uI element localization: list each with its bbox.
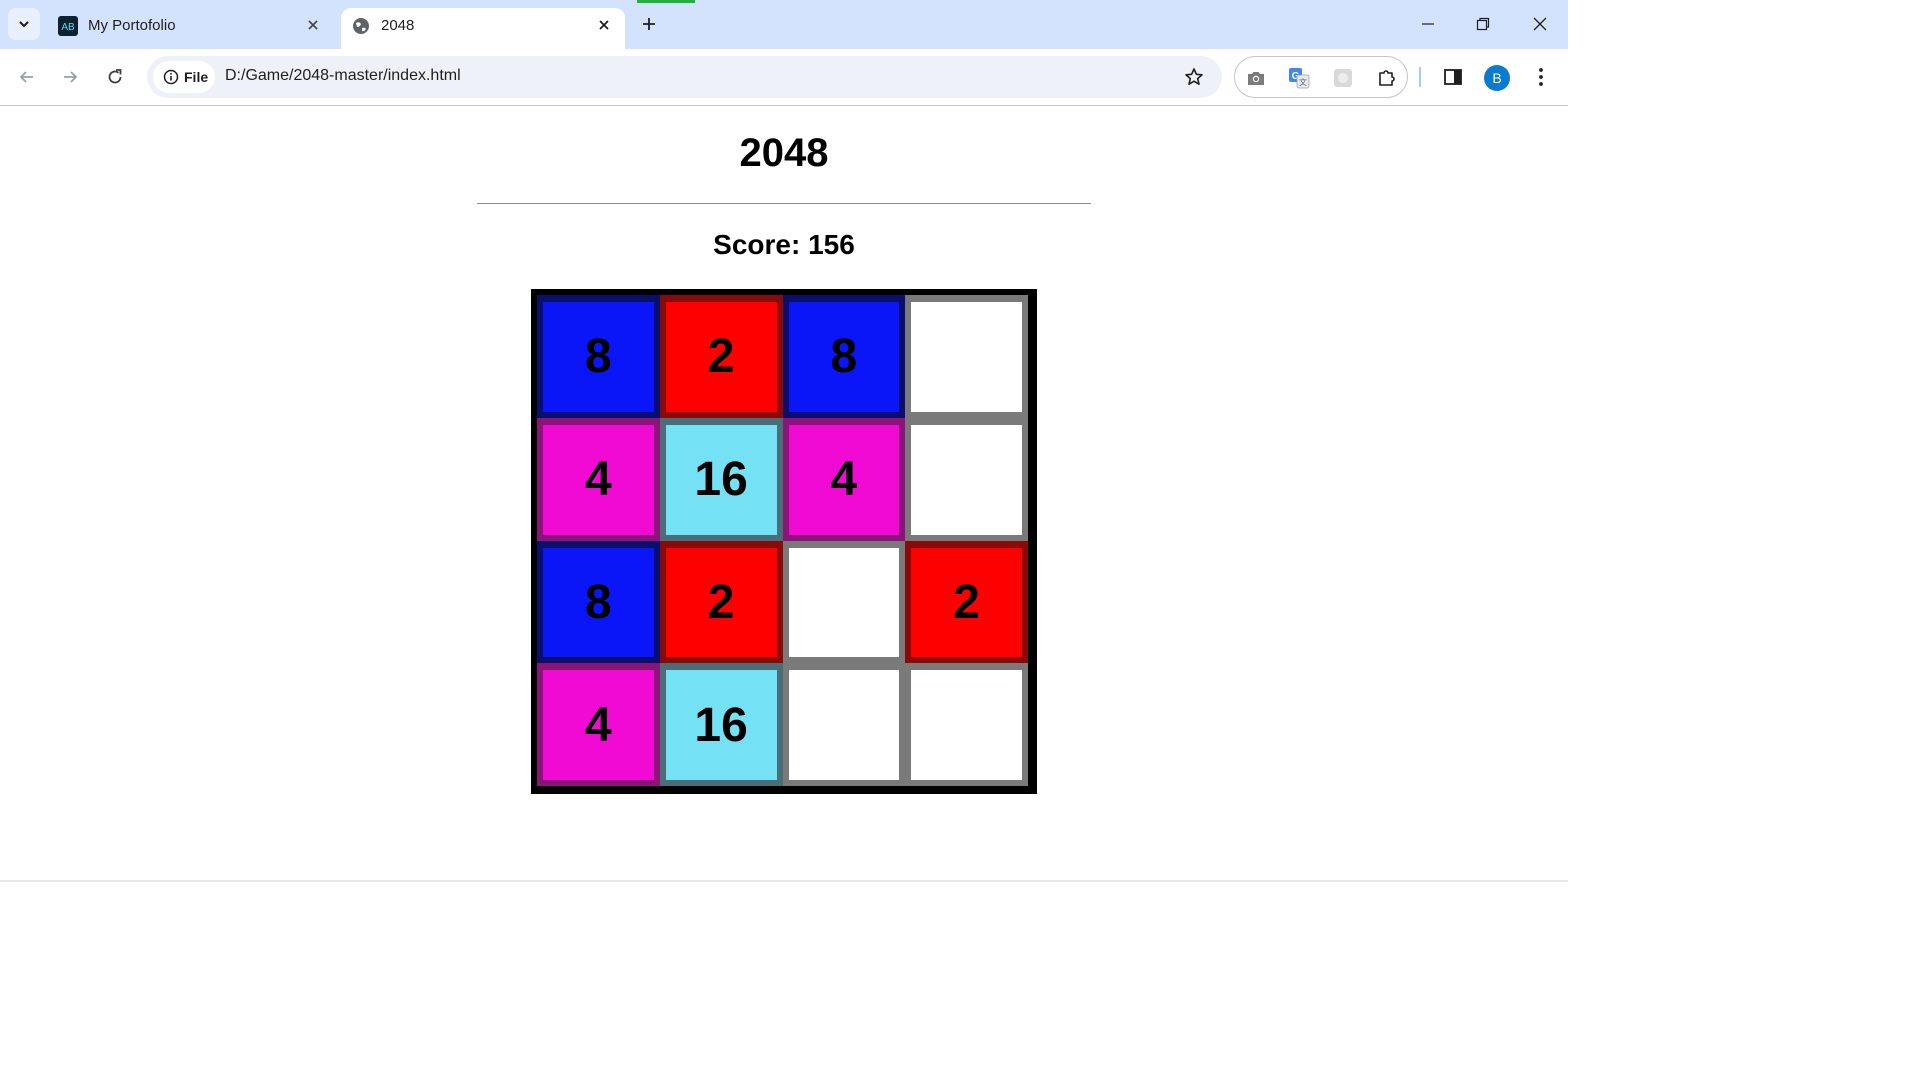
tile [905,663,1028,786]
restore-icon [1476,17,1490,31]
game-title: 2048 [739,131,829,175]
forward-button[interactable] [54,61,86,93]
reload-icon [108,69,122,84]
browser-toolbar: File D:/Game/2048-master/index.html G文 [0,49,1568,106]
url-text[interactable]: D:/Game/2048-master/index.html [225,67,461,85]
arrow-left-icon [19,71,33,83]
translate-extension-button[interactable]: G文 [1286,65,1312,91]
tile: 4 [537,417,660,541]
tile: 16 [659,663,783,786]
tile: 2 [659,540,783,664]
tile [905,295,1028,418]
page-content: 2048 Score: 156 8 2 8 4 16 4 8 2 2 4 16 [0,107,1568,882]
tile: 2 [659,295,783,418]
extensions-menu-button[interactable] [1374,65,1400,91]
score-display: Score: 156 [713,229,855,260]
tile: 8 [537,540,660,664]
page-bottom-edge [0,880,1568,882]
tile: 4 [537,663,660,786]
back-button[interactable] [11,61,43,93]
tab-title: 2048 [381,17,415,34]
tile: 8 [537,295,660,418]
browser-menu-button[interactable] [1525,61,1557,93]
side-panel-button[interactable] [1437,61,1469,93]
translate-icon: G文 [1289,68,1310,89]
arrow-right-icon [64,71,78,83]
site-info-chip[interactable]: File [153,61,215,93]
puzzle-icon [1379,70,1395,86]
site-chip-label: File [184,69,209,85]
tab-title: My Portofolio [88,17,176,34]
chevron-down-icon [19,21,29,28]
tile [782,540,906,664]
star-icon [1185,68,1203,85]
globe-icon [351,16,371,36]
restore-button[interactable] [1465,6,1501,42]
extensions-group: G文 [1234,56,1408,98]
close-tab-icon[interactable] [304,16,322,34]
reload-button[interactable] [99,61,131,93]
more-vertical-icon [1539,68,1543,86]
address-bar[interactable]: File D:/Game/2048-master/index.html [147,56,1222,98]
tile: 8 [782,295,906,418]
info-icon [163,69,179,85]
loading-indicator [637,0,695,3]
tab-strip: AB My Portofolio 2048 [0,0,1568,49]
minimize-icon [1422,23,1434,25]
tile: 4 [782,417,906,541]
tab-2048[interactable]: 2048 [341,8,625,49]
close-window-button[interactable] [1522,6,1558,42]
close-icon [1533,17,1547,31]
plus-icon [643,18,655,30]
extension-placeholder-icon [1334,69,1352,87]
tile-grid: 8 2 8 4 16 4 8 2 2 4 16 [537,295,1028,786]
side-panel-icon [1444,69,1462,85]
tile: 16 [659,417,783,541]
blurred-extension-button[interactable] [1330,65,1356,91]
screenshot-extension-button[interactable] [1243,65,1269,91]
svg-text:AB: AB [61,22,75,33]
profile-avatar[interactable]: B [1484,65,1510,91]
game-board[interactable]: 8 2 8 4 16 4 8 2 2 4 16 [531,289,1037,794]
tile [782,663,906,786]
svg-text:文: 文 [1299,77,1307,87]
tile [905,417,1028,541]
tile: 2 [905,540,1028,664]
minimize-button[interactable] [1410,6,1446,42]
tab-search-button[interactable] [8,8,40,40]
portfolio-favicon-icon: AB [58,16,78,36]
close-tab-icon[interactable] [595,16,613,34]
title-divider [477,203,1091,204]
toolbar-divider [1419,67,1421,87]
camera-icon [1248,72,1264,85]
new-tab-button[interactable] [635,10,663,38]
tab-my-portfolio[interactable]: AB My Portofolio [48,8,334,49]
bookmark-button[interactable] [1182,65,1206,89]
